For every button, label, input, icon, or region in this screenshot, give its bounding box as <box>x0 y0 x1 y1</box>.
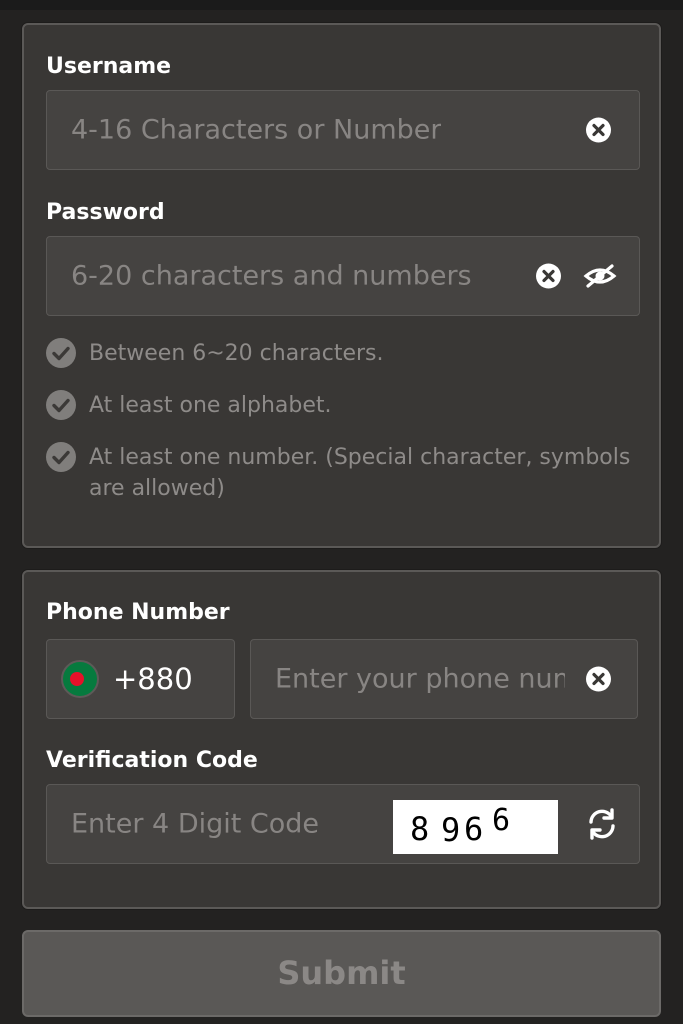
username-placeholder: 4-16 Characters or Number <box>71 114 442 146</box>
country-code-selector[interactable]: +880 <box>46 639 235 719</box>
captcha-digit: 6 <box>464 810 484 848</box>
bangladesh-flag-icon <box>61 660 99 698</box>
verification-placeholder: Enter 4 Digit Code <box>71 808 320 840</box>
top-bar <box>0 0 683 10</box>
check-circle-icon <box>46 390 76 420</box>
captcha-digit: 8 <box>410 810 430 848</box>
verification-label: Verification Code <box>46 748 258 773</box>
phone-placeholder: Enter your phone number <box>275 663 565 695</box>
rule-text: Between 6~20 characters. <box>89 341 384 366</box>
password-rule: At least one number. (Special character,… <box>46 442 636 504</box>
country-code: +880 <box>113 662 193 696</box>
captcha-digit: 6 <box>492 803 511 838</box>
password-rule: At least one alphabet. <box>46 390 636 421</box>
password-placeholder: 6-20 characters and numbers <box>71 260 472 292</box>
rule-text: At least one number. (Special character,… <box>89 445 631 501</box>
submit-button[interactable]: Submit <box>22 930 661 1017</box>
password-rule: Between 6~20 characters. <box>46 338 636 369</box>
verification-input[interactable]: Enter 4 Digit Code 8 9 6 6 <box>46 784 640 864</box>
clear-icon[interactable] <box>586 117 611 143</box>
rule-text: At least one alphabet. <box>89 393 332 418</box>
check-circle-icon <box>46 442 76 472</box>
phone-input[interactable]: Enter your phone number <box>250 639 638 719</box>
eye-slash-icon[interactable] <box>583 263 617 289</box>
captcha-image[interactable]: 8 9 6 6 <box>393 800 558 854</box>
username-input[interactable]: 4-16 Characters or Number <box>46 90 640 170</box>
phone-card: Phone Number +880 Enter your phone numbe… <box>22 570 661 909</box>
clear-icon[interactable] <box>536 263 561 289</box>
username-label: Username <box>46 54 172 79</box>
account-card: Username 4-16 Characters or Number Passw… <box>22 23 661 548</box>
phone-label: Phone Number <box>46 600 230 625</box>
refresh-icon[interactable] <box>585 807 619 841</box>
password-label: Password <box>46 200 165 225</box>
password-input[interactable]: 6-20 characters and numbers <box>46 236 640 316</box>
captcha-digit: 9 <box>441 811 461 849</box>
clear-icon[interactable] <box>586 666 611 692</box>
check-circle-icon <box>46 338 76 368</box>
